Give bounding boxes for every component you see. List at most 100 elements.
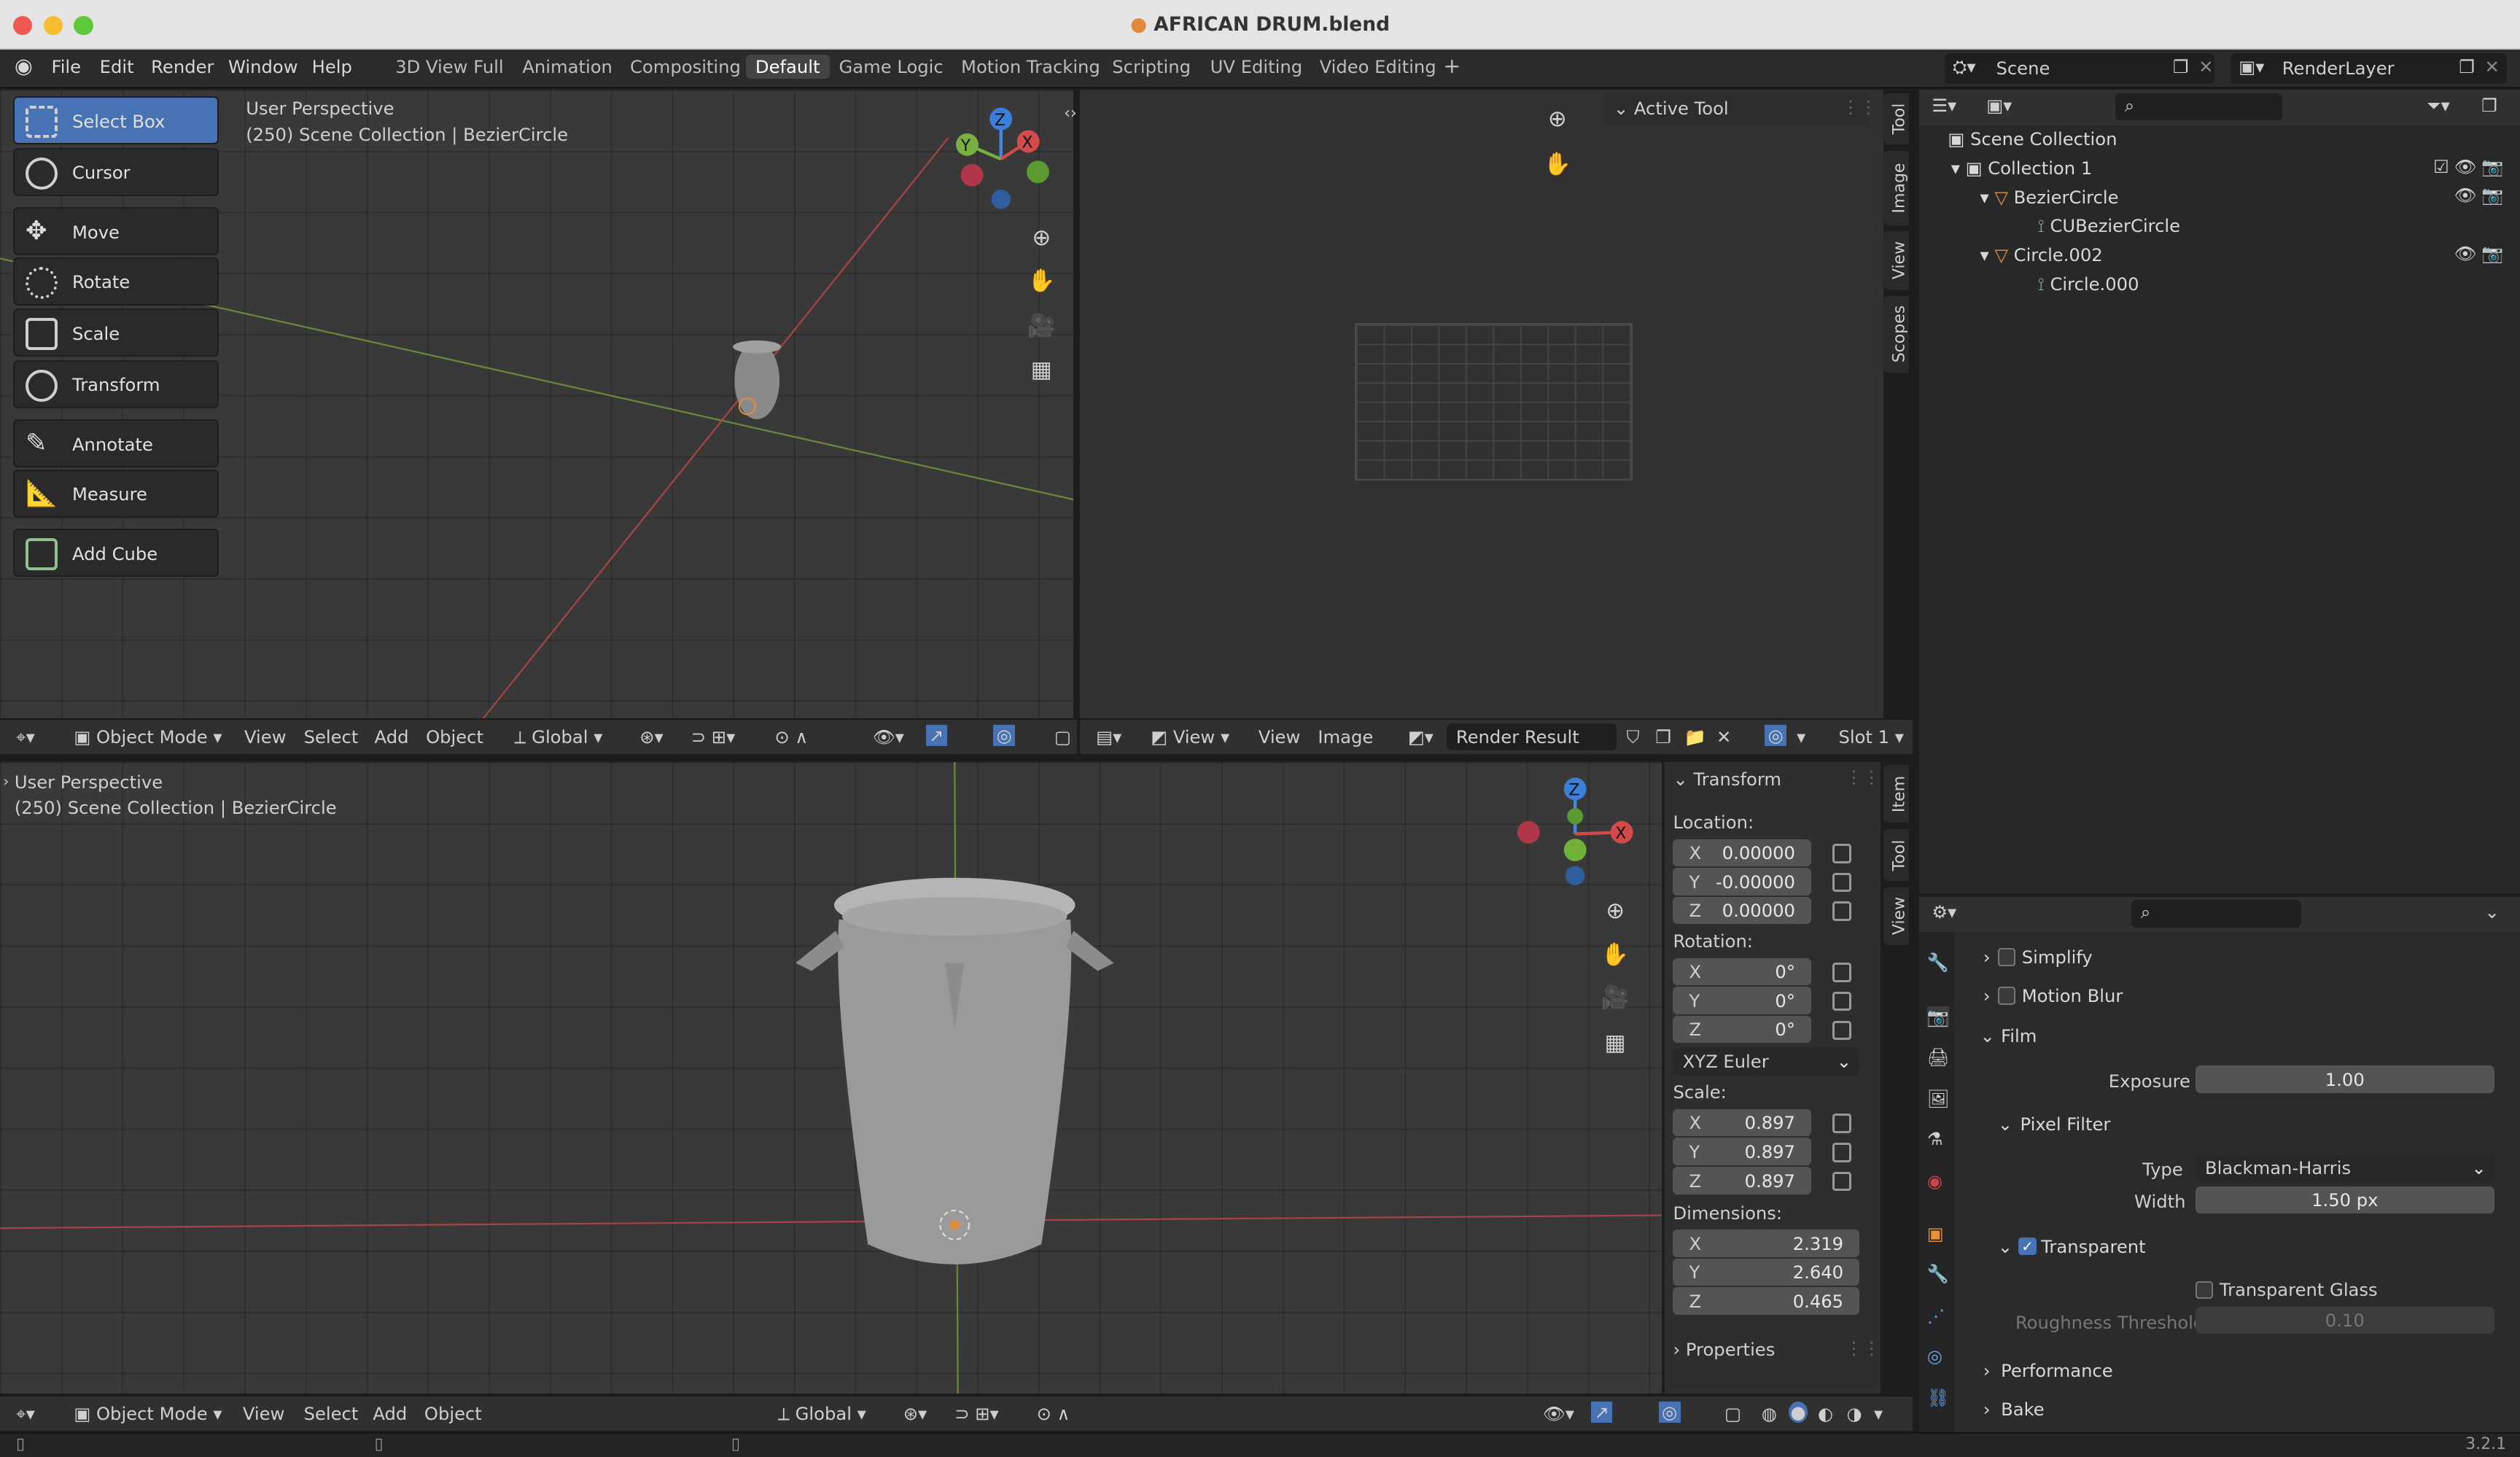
tab-compositing[interactable]: Compositing <box>630 56 741 77</box>
camera-icon[interactable]: 🎥 <box>1598 980 1633 1015</box>
image-pan-icon[interactable]: ✋ <box>1540 147 1575 182</box>
outliner-scene-collection[interactable]: ▣ Scene Collection <box>1948 128 2117 149</box>
lock-icon[interactable] <box>1832 872 1852 893</box>
image-unlink-icon[interactable]: ✕ <box>1716 726 1731 747</box>
xray-icon[interactable]: ▢ <box>1054 726 1071 747</box>
menu-edit[interactable]: Edit <box>100 56 134 77</box>
particles-properties-icon[interactable]: ⋰ <box>1927 1305 1945 1326</box>
menu-select[interactable]: Select <box>304 1403 359 1424</box>
section-simplify[interactable]: › Simplify <box>1974 942 2504 974</box>
split-area-icon[interactable]: ‹› <box>1064 104 1077 123</box>
tab-3d-view-full[interactable]: 3D View Full <box>395 56 503 77</box>
xray-icon[interactable]: ▢ <box>1724 1403 1741 1424</box>
eye-icon[interactable]: 👁 <box>2454 243 2477 264</box>
menu-add[interactable]: Add <box>373 1403 407 1424</box>
location-y-field[interactable]: Y -0.00000 <box>1673 868 1811 895</box>
overlay-toggle-icon[interactable]: ◎ <box>993 724 1016 746</box>
motion-blur-checkbox[interactable] <box>1997 987 2015 1005</box>
properties-search-input[interactable]: ⌕ <box>2131 900 2302 928</box>
top-3d-viewport[interactable]: User Perspective (250) Scene Collection … <box>0 90 1074 720</box>
location-x-field[interactable]: X 0.00000 <box>1673 839 1811 866</box>
tool-add-cube[interactable]: Add Cube <box>12 529 219 578</box>
pivot-icon[interactable]: ⊛▾ <box>903 1403 927 1424</box>
camera-render-icon[interactable]: 📷 <box>2481 156 2503 177</box>
section-pixel-filter[interactable]: ⌄ Pixel Filter <box>1993 1109 2504 1141</box>
shading-solid-icon[interactable]: ● <box>1789 1401 1808 1423</box>
outliner-item-circle-002[interactable]: ▾ ▽ Circle.002 <box>1980 244 2102 265</box>
properties-panel-toggle[interactable]: › Properties <box>1673 1339 1775 1360</box>
camera-render-icon[interactable]: 📷 <box>2481 184 2503 206</box>
gizmo-toggle-icon[interactable]: ↗ <box>925 724 947 746</box>
eye-icon[interactable]: 👁 <box>2454 184 2477 206</box>
modifier-properties-icon[interactable]: 🔧 <box>1927 1263 1949 1284</box>
menu-object[interactable]: Object <box>426 726 483 747</box>
outliner-display-mode-icon[interactable]: ▣▾ <box>1986 95 2012 116</box>
tool-transform[interactable]: Transform <box>12 360 219 408</box>
image-menu-image[interactable]: Image <box>1318 726 1373 747</box>
remove-view-layer-icon[interactable]: ✕ <box>2485 56 2500 77</box>
remove-scene-icon[interactable]: ✕ <box>2198 56 2213 77</box>
overlay-toggle-icon[interactable]: ◎ <box>1658 1401 1681 1423</box>
collection-exclude-checkbox[interactable]: ☑ <box>2433 156 2449 177</box>
tab-scripting[interactable]: Scripting <box>1112 56 1191 77</box>
pan-hand-icon[interactable]: ✋ <box>1598 937 1633 972</box>
tab-view-bottom[interactable]: View <box>1883 887 1910 945</box>
orientation-selector[interactable]: ⟂ Global ▾ <box>514 726 602 747</box>
tool-rotate[interactable]: Rotate <box>12 257 219 306</box>
image-open-icon[interactable]: 📁 <box>1684 726 1706 747</box>
orientation-selector[interactable]: ⟂ Global ▾ <box>778 1403 866 1424</box>
shading-material-icon[interactable]: ◐ <box>1818 1403 1833 1424</box>
tool-select-box[interactable]: Select Box <box>12 96 219 145</box>
filter-icon[interactable]: ⏷▾ <box>2427 95 2450 116</box>
camera-icon[interactable]: 🎥 <box>1024 308 1059 343</box>
image-zoom-icon[interactable]: ⊕ <box>1540 101 1575 136</box>
view-layer-properties-icon[interactable]: 🖼 <box>1927 1088 1950 1109</box>
new-view-layer-icon[interactable]: ❐ <box>2459 56 2475 77</box>
proportional-edit-icon[interactable]: ⊙ ∧ <box>1037 1403 1070 1424</box>
roughness-threshold-field[interactable]: 0.10 <box>2195 1306 2494 1334</box>
menu-add[interactable]: Add <box>375 726 409 747</box>
image-menu-view[interactable]: View <box>1259 726 1301 747</box>
visibility-icon[interactable]: 👁▾ <box>1543 1403 1574 1424</box>
render-properties-icon[interactable]: 📷 <box>1926 1006 1949 1027</box>
world-properties-icon[interactable]: ◉ <box>1927 1170 1942 1192</box>
menu-view[interactable]: View <box>244 726 287 747</box>
image-overlay-icon[interactable]: ◎ <box>1765 724 1787 746</box>
view-layer-selector[interactable]: ▣▾ RenderLayer ❐ ✕ <box>2231 53 2508 84</box>
tab-tool[interactable]: Tool <box>1883 93 1910 145</box>
tab-video-editing[interactable]: Video Editing <box>1320 56 1436 77</box>
menu-help[interactable]: Help <box>312 56 352 77</box>
render-slot-selector[interactable]: Slot 1 ▾ <box>1838 726 1903 747</box>
camera-render-icon[interactable]: 📷 <box>2481 243 2503 264</box>
menu-render[interactable]: Render <box>151 56 214 77</box>
menu-select[interactable]: Select <box>304 726 359 747</box>
lock-icon[interactable] <box>1832 1143 1852 1162</box>
rotation-x-field[interactable]: X 0° <box>1673 957 1811 986</box>
simplify-checkbox[interactable] <box>1997 948 2015 966</box>
section-transparent[interactable]: ⌄ ✓ Transparent <box>1993 1231 2504 1263</box>
image-view-selector[interactable]: ◩ View ▾ <box>1151 726 1229 747</box>
object-properties-icon[interactable]: ▣ <box>1927 1223 1944 1244</box>
scale-z-field[interactable]: Z 0.897 <box>1673 1167 1811 1194</box>
dimensions-x-field[interactable]: X 2.319 <box>1673 1229 1860 1257</box>
lock-icon[interactable] <box>1832 963 1852 982</box>
tool-annotate[interactable]: ✎ Annotate <box>12 419 219 468</box>
outliner-item-beziercircle[interactable]: ▾ ▽ BezierCircle <box>1980 187 2118 208</box>
tab-default[interactable]: Default <box>745 54 830 79</box>
lock-icon[interactable] <box>1832 901 1852 921</box>
outliner-search-input[interactable]: ⌕ <box>2115 93 2282 121</box>
rotation-z-field[interactable]: Z 0° <box>1673 1015 1811 1044</box>
dimensions-z-field[interactable]: Z 0.465 <box>1673 1287 1860 1315</box>
tab-motion-tracking[interactable]: Motion Tracking <box>961 56 1100 77</box>
tool-move[interactable]: ✥ Move <box>12 207 219 256</box>
scene-properties-icon[interactable]: ⚗ <box>1927 1128 1943 1149</box>
scale-x-field[interactable]: X 0.897 <box>1673 1108 1811 1137</box>
toolbar-expand-icon[interactable]: › <box>3 773 9 790</box>
outliner-item-collection-1[interactable]: ▾ ▣ Collection 1 <box>1951 158 2092 179</box>
physics-properties-icon[interactable]: ◎ <box>1927 1345 1942 1367</box>
image-new-icon[interactable]: ❐ <box>1655 726 1671 747</box>
tool-measure[interactable]: 📐 Measure <box>12 469 219 518</box>
menu-file[interactable]: File <box>52 56 82 77</box>
lock-icon[interactable] <box>1832 991 1852 1011</box>
transform-panel-toggle[interactable]: ⌄ Transform <box>1673 769 1781 790</box>
